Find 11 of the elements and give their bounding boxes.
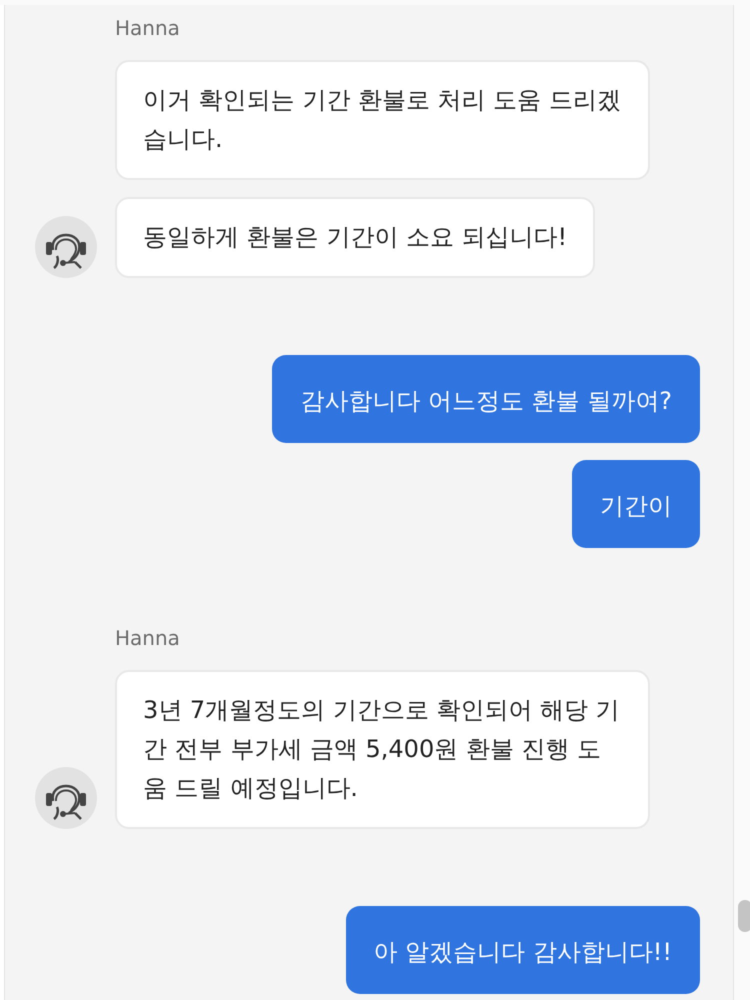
message-bubble: 아 알겠습니다 감사합니다!! <box>346 906 700 994</box>
message-bubble: 이거 확인되는 기간 환불로 처리 도움 드리겠습니다. <box>115 60 650 180</box>
scrollbar-thumb[interactable] <box>738 900 750 932</box>
message-bubble: 동일하게 환불은 기간이 소요 되십니다! <box>115 197 596 278</box>
headset-avatar-icon <box>35 767 97 829</box>
message-bubble: 감사합니다 어느정도 환불 될까여? <box>272 355 700 443</box>
message-bubble: 3년 7개월정도의 기간으로 확인되어 해당 기간 전부 부가세 금액 5,400원 환불 진행 도움 드릴 예정입니다. <box>115 670 650 829</box>
message-bubble: 기간이 <box>572 460 700 548</box>
sender-name: Hanna <box>115 15 181 42</box>
sender-name: Hanna <box>115 625 181 652</box>
headset-avatar-icon <box>35 216 97 278</box>
